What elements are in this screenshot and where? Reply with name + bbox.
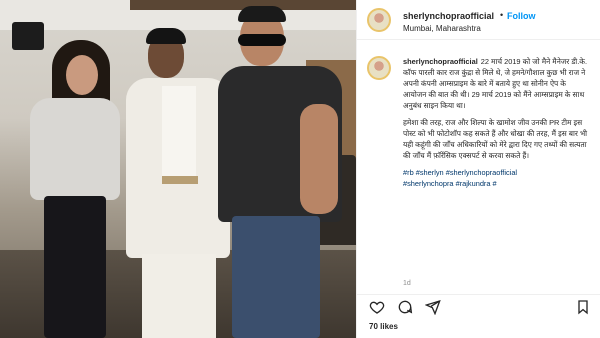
person-right-hair bbox=[238, 6, 286, 22]
separator-dot: • bbox=[500, 10, 504, 20]
caption-avatar[interactable] bbox=[367, 56, 391, 80]
person-center-shirt bbox=[162, 86, 196, 182]
location-link[interactable]: Mumbai, Maharashtra bbox=[403, 24, 481, 33]
post-time: 1d bbox=[403, 280, 411, 287]
share-icon[interactable] bbox=[424, 299, 441, 316]
hashtags-line-1[interactable]: #rb #sherlyn #sherlynchopraofficial bbox=[403, 168, 517, 177]
person-center-belt bbox=[162, 176, 198, 184]
caption-username[interactable]: sherlynchopraofficial bbox=[403, 57, 478, 66]
hashtags: #rb #sherlyn #sherlynchopraofficial #she… bbox=[403, 167, 591, 189]
post-header: sherlynchopraofficial • Follow Mumbai, M… bbox=[357, 0, 600, 40]
follow-button[interactable]: Follow bbox=[507, 11, 536, 21]
likes-count[interactable]: 70 likes bbox=[369, 322, 398, 331]
username-link[interactable]: sherlynchopraofficial bbox=[403, 11, 494, 21]
bookmark-icon[interactable] bbox=[575, 299, 591, 315]
caption-paragraph-1: sherlynchopraofficial 22 मार्च 2019 को जो… bbox=[403, 56, 591, 111]
person-center-pants bbox=[142, 254, 216, 338]
person-left-jacket bbox=[30, 98, 120, 200]
hashtags-line-2[interactable]: #sherlynchopra #rajkundra # bbox=[403, 179, 497, 188]
person-left-face bbox=[66, 55, 98, 95]
comment-icon[interactable] bbox=[397, 299, 413, 315]
post-sidebar: sherlynchopraofficial • Follow Mumbai, M… bbox=[356, 0, 600, 338]
person-center-hair bbox=[146, 28, 186, 44]
caption-text: sherlynchopraofficial 22 मार्च 2019 को जो… bbox=[403, 56, 591, 195]
person-right-sunglasses bbox=[238, 34, 286, 46]
caption-section: sherlynchopraofficial 22 मार्च 2019 को जो… bbox=[357, 48, 600, 280]
heart-icon[interactable] bbox=[369, 299, 385, 315]
action-bar bbox=[357, 294, 600, 316]
post-photo[interactable] bbox=[0, 0, 356, 338]
instagram-post: sherlynchopraofficial • Follow Mumbai, M… bbox=[0, 0, 600, 338]
caption-paragraph-2: हमेशा की तरह, राज और शिल्पा के खामोश जीव… bbox=[403, 118, 588, 160]
person-right-arm bbox=[300, 104, 338, 214]
person-right-jeans bbox=[232, 216, 320, 338]
avatar[interactable] bbox=[367, 8, 391, 32]
photo-speaker bbox=[12, 22, 44, 50]
person-left-pants bbox=[44, 196, 106, 338]
